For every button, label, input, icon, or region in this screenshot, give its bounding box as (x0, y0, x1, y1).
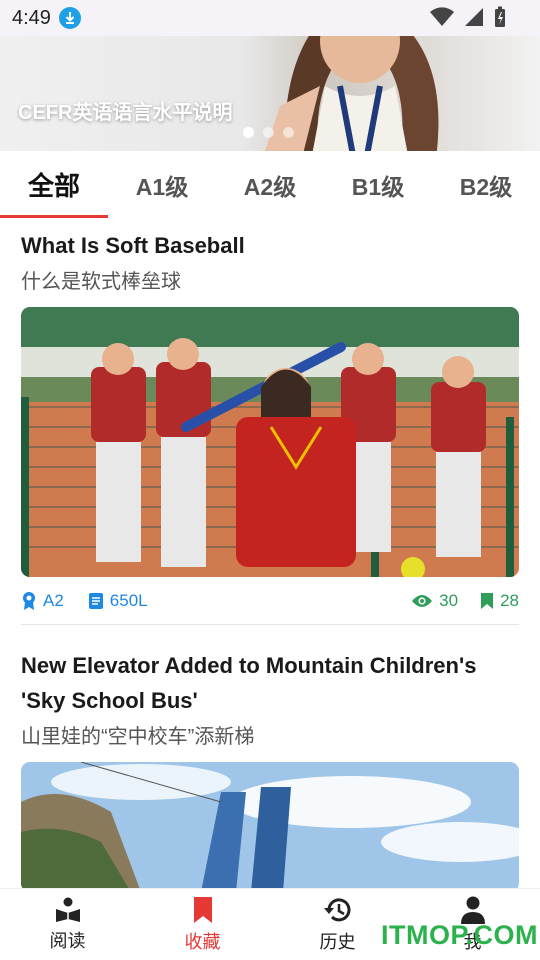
nav-history-label: 历史 (319, 931, 356, 952)
lexile-value: 650L (109, 590, 148, 610)
tab-b2[interactable]: B2级 (432, 151, 540, 218)
carousel-dot[interactable] (243, 127, 254, 138)
reader-icon (55, 897, 80, 922)
tab-a1[interactable]: A1级 (108, 151, 216, 218)
nav-favorites-label: 收藏 (184, 931, 221, 952)
signal-icon (465, 8, 483, 26)
article-meta: A2 650L 30 28 (21, 577, 519, 625)
status-bar: 4:49 (0, 0, 540, 36)
level-value: A2 (43, 590, 64, 610)
battery-icon (495, 6, 505, 27)
article-title[interactable]: New Elevator Added to Mountain Children'… (21, 648, 519, 718)
article-title[interactable]: What Is Soft Baseball (21, 228, 519, 263)
book-icon (88, 592, 103, 609)
carousel-dot[interactable] (263, 127, 274, 138)
level-badge: A2 (21, 591, 64, 611)
banner-carousel[interactable]: CEFR英语语言水平说明 (0, 36, 540, 151)
carousel-dot[interactable] (283, 127, 294, 138)
watermark: ITMOP.COM (381, 920, 539, 950)
bookmark-icon (193, 896, 212, 923)
nav-read-label: 阅读 (49, 930, 86, 951)
save-count: 28 (480, 591, 519, 611)
carousel-indicator (243, 127, 294, 138)
tab-all[interactable]: 全部 (0, 151, 108, 218)
level-tabs: 全部 A1级 A2级 B1级 B2级 (0, 151, 540, 218)
tab-b1[interactable]: B1级 (324, 151, 432, 218)
tab-a2[interactable]: A2级 (216, 151, 324, 218)
download-icon (58, 7, 81, 29)
saves-value: 28 (500, 590, 519, 610)
bookmark-icon (481, 592, 494, 609)
article-image[interactable] (21, 762, 519, 892)
article-card[interactable]: What Is Soft Baseball 什么是软式棒垒球 A2 650L 3… (21, 228, 519, 625)
article-subtitle: 山里娃的“空中校车”添新梯 (21, 726, 255, 748)
banner-title: CEFR英语语言水平说明 (18, 102, 233, 124)
award-icon (23, 591, 35, 610)
history-icon (323, 897, 350, 921)
article-subtitle: 什么是软式棒垒球 (21, 271, 181, 293)
nav-favorites[interactable]: 收藏 (135, 889, 270, 960)
status-icons (430, 6, 506, 28)
wifi-icon (430, 7, 454, 27)
nav-read[interactable]: 阅读 (0, 889, 135, 960)
article-image[interactable] (21, 307, 519, 577)
status-time: 4:49 (12, 6, 51, 29)
views-value: 30 (439, 590, 459, 610)
view-count: 30 (411, 591, 458, 611)
article-card[interactable]: New Elevator Added to Mountain Children'… (21, 648, 519, 892)
lexile-badge: 650L (88, 591, 148, 611)
eye-icon (412, 594, 433, 607)
